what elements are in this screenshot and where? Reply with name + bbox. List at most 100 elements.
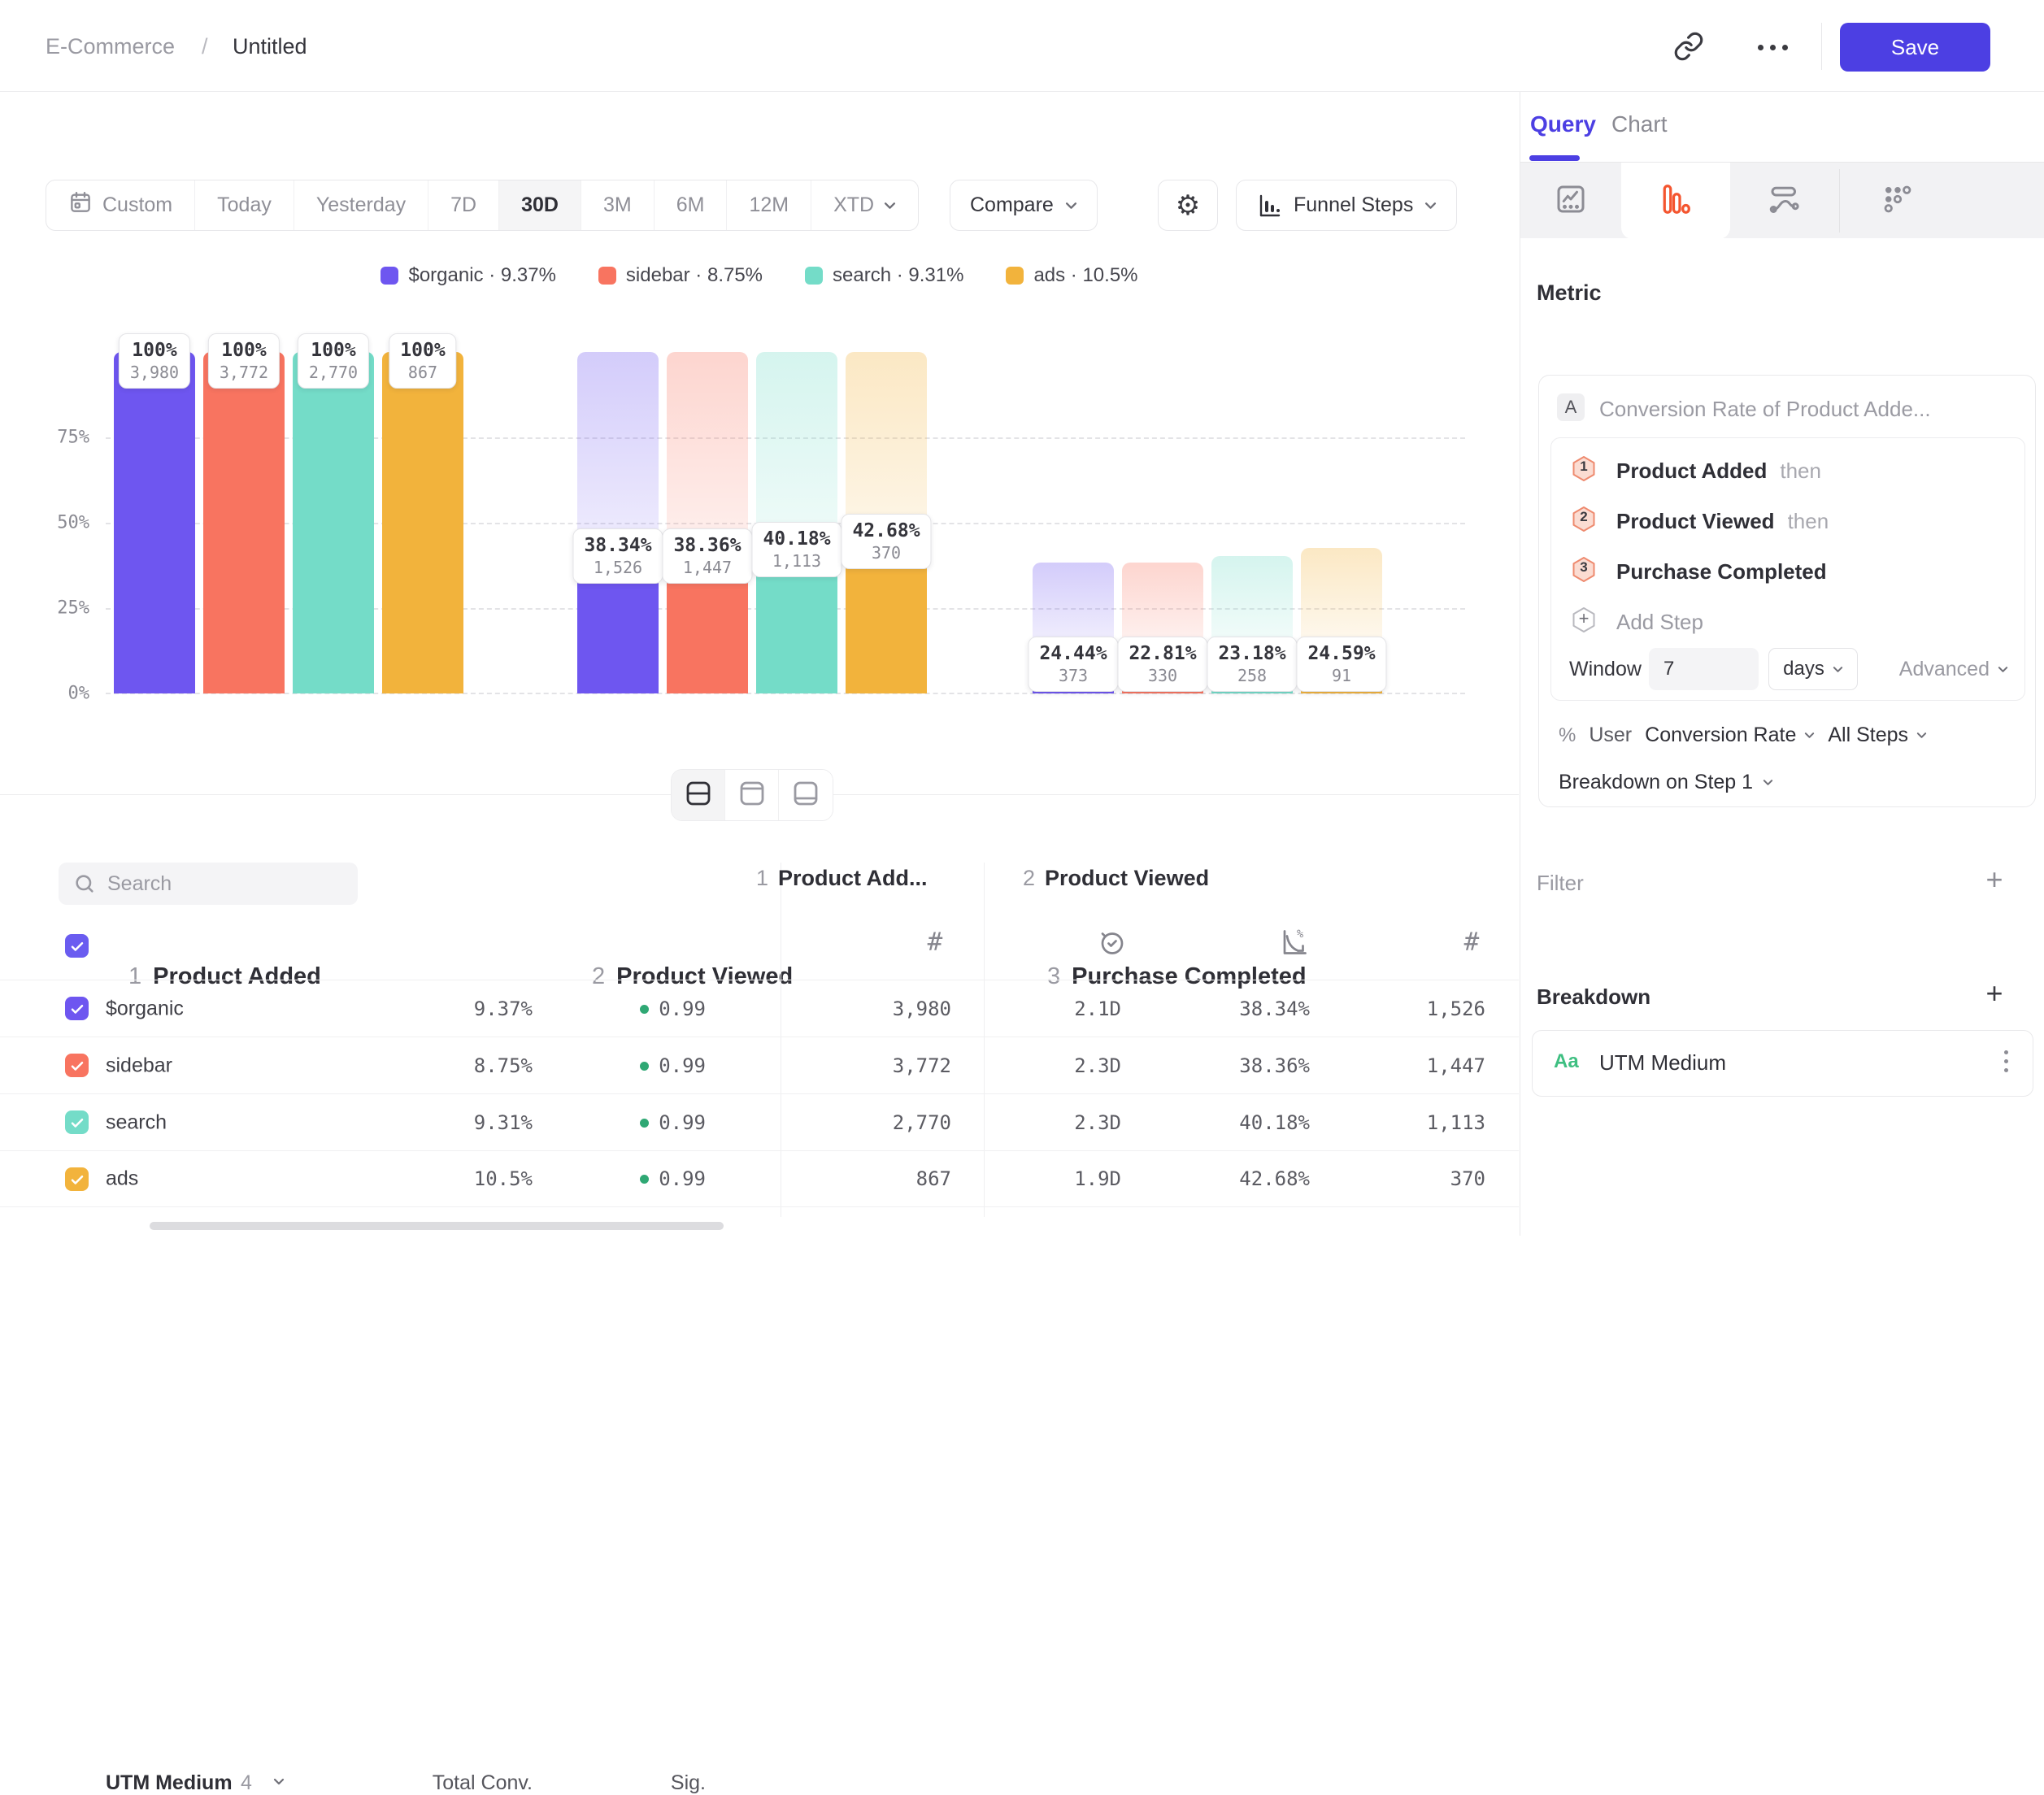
legend-item[interactable]: ads · 10.5% <box>1006 264 1137 287</box>
legend-item[interactable]: sidebar · 8.75% <box>598 264 763 287</box>
chart-type-button[interactable]: Funnel Steps <box>1236 180 1457 231</box>
tab-query[interactable]: Query <box>1530 111 1596 137</box>
date-range-6m[interactable]: 6M <box>655 180 728 230</box>
more-options-icon[interactable] <box>1756 31 1789 63</box>
funnel-bar-sidebar-step1[interactable]: 100%3,772 <box>203 352 285 693</box>
date-range-30d[interactable]: 30D <box>499 180 581 230</box>
add-filter-button[interactable]: + <box>1981 863 2008 897</box>
date-range-custom[interactable]: Custom <box>46 180 195 230</box>
advanced-toggle[interactable]: Advanced <box>1899 658 2008 681</box>
date-range-xtd[interactable]: XTD <box>811 180 918 230</box>
funnel-bar-$organic-step3[interactable]: 24.44%373 <box>1033 352 1114 693</box>
chevron-down-icon <box>1424 202 1437 210</box>
table-row[interactable]: ads10.5%0.998671.9D42.68%370 <box>0 1150 1519 1207</box>
legend-swatch <box>805 267 823 285</box>
table-row[interactable]: sidebar8.75%0.993,7722.3D38.36%1,447 <box>0 1037 1519 1093</box>
table-row[interactable]: $organic9.37%0.993,9802.1D38.34%1,526 <box>0 980 1519 1037</box>
conversion-percent: 22.81% <box>1129 643 1196 664</box>
funnel-bar-sidebar-step2[interactable]: 38.36%1,447 <box>667 352 748 693</box>
funnel-bar-search-step2[interactable]: 40.18%1,113 <box>756 352 837 693</box>
row-checkbox[interactable] <box>65 1054 89 1077</box>
select-all-checkbox[interactable] <box>65 934 89 958</box>
tab-funnels[interactable] <box>1621 163 1730 239</box>
step2-count: 1,113 <box>1427 1111 1485 1134</box>
table-view-icon <box>791 779 820 812</box>
converted-bar <box>846 548 927 693</box>
share-link-icon[interactable] <box>1673 31 1706 63</box>
step2-count: 1,526 <box>1427 997 1485 1020</box>
date-range-yesterday[interactable]: Yesterday <box>294 180 428 230</box>
chart-settings-button[interactable]: ⚙ <box>1158 180 1218 231</box>
step1-count: 3,980 <box>893 997 951 1020</box>
then-label: then <box>1780 459 1821 484</box>
breakdown-column-header[interactable]: UTM Medium <box>106 1771 233 1795</box>
breadcrumb-project[interactable]: E-Commerce <box>46 34 175 59</box>
funnel-bar-$organic-step1[interactable]: 100%3,980 <box>114 352 195 693</box>
table-header-row: UTM Medium 4 Total Conv. Sig. <box>0 929 1519 980</box>
conversion-count: 258 <box>1218 666 1285 685</box>
filter-section-heading: Filter <box>1537 871 1584 896</box>
date-range-label: 30D <box>521 193 559 217</box>
tab-insights[interactable] <box>1520 163 1621 239</box>
horizontal-scrollbar[interactable] <box>150 1222 724 1230</box>
percent-icon: % <box>1559 724 1576 747</box>
chart-view-button[interactable] <box>725 770 779 820</box>
save-button[interactable]: Save <box>1840 23 1990 72</box>
funnel-bar-ads-step3[interactable]: 24.59%91 <box>1301 352 1382 693</box>
conversion-count: 1,526 <box>584 558 651 577</box>
legend-item[interactable]: $organic · 9.37% <box>381 264 555 287</box>
chevron-down-icon <box>1065 202 1077 210</box>
row-checkbox[interactable] <box>65 1110 89 1134</box>
measure-scope-select[interactable]: All Steps <box>1828 724 1927 747</box>
query-step-1[interactable]: 1Product Addedthen <box>1569 445 1821 497</box>
series-label[interactable]: Conversion Rate of Product Adde... <box>1599 397 1931 422</box>
window-label: Window <box>1569 658 1642 681</box>
funnel-bar-search-step1[interactable]: 100%2,770 <box>293 352 374 693</box>
step-event-name: Product Viewed <box>1616 509 1775 534</box>
funnel-bar-search-step3[interactable]: 23.18%258 <box>1211 352 1293 693</box>
sig-header[interactable]: Sig. <box>671 1771 706 1795</box>
significance-dot <box>640 1062 649 1071</box>
report-canvas: CustomTodayYesterday7D 30D 3M 6M 12MXTD Comp… <box>0 92 1519 1236</box>
date-range-3m[interactable]: 3M <box>581 180 655 230</box>
query-step-2[interactable]: 2Product Viewedthen <box>1569 495 1829 547</box>
kebab-menu-icon[interactable] <box>1999 1045 2013 1077</box>
funnel-bar-ads-step2[interactable]: 42.68%370 <box>846 352 927 693</box>
tab-chart[interactable]: Chart <box>1611 111 1667 137</box>
measure-entity[interactable]: User <box>1589 724 1632 747</box>
add-breakdown-button[interactable]: + <box>1981 976 2008 1011</box>
split-view-button[interactable] <box>672 770 725 820</box>
funnel-bar-sidebar-step3[interactable]: 22.81%330 <box>1122 352 1203 693</box>
window-value-input[interactable] <box>1649 648 1759 690</box>
row-checkbox[interactable] <box>65 997 89 1020</box>
date-range-7d[interactable]: 7D <box>428 180 499 230</box>
table-group-header-step2: 2Product Viewed <box>1023 866 1209 891</box>
tab-retention[interactable] <box>1839 163 1956 239</box>
legend-item[interactable]: search · 9.31% <box>805 264 963 287</box>
breakdown-on-step-select[interactable]: Breakdown on Step 1 <box>1559 771 1773 794</box>
step-number-badge: 1 <box>1569 454 1598 488</box>
window-unit-select[interactable]: days <box>1768 648 1858 690</box>
query-step-3[interactable]: 3Purchase Completed <box>1569 545 1827 598</box>
date-range-12m[interactable]: 12M <box>727 180 811 230</box>
total-conv-header[interactable]: Total Conv. <box>433 1771 533 1795</box>
table-view-button[interactable] <box>779 770 833 820</box>
date-range-label: 6M <box>676 193 705 217</box>
funnel-bar-$organic-step2[interactable]: 38.34%1,526 <box>577 352 659 693</box>
measure-metric-select[interactable]: Conversion Rate <box>1645 724 1815 747</box>
chevron-down-icon[interactable] <box>273 1778 285 1785</box>
table-row[interactable]: search9.31%0.992,7702.3D40.18%1,113 <box>0 1093 1519 1150</box>
search-input[interactable] <box>107 872 335 896</box>
breakdown-property-card[interactable]: Aa UTM Medium <box>1532 1030 2033 1097</box>
y-axis-tick: 0% <box>28 684 89 704</box>
step1-count: 3,772 <box>893 1054 951 1077</box>
funnel-bar-ads-step1[interactable]: 100%867 <box>382 352 463 693</box>
row-checkbox[interactable] <box>65 1167 89 1191</box>
bar-value-label: 22.81%330 <box>1117 637 1207 692</box>
tab-flows[interactable] <box>1730 163 1839 239</box>
add-step-button[interactable]: +Add Step <box>1569 596 1703 648</box>
date-range-today[interactable]: Today <box>195 180 294 230</box>
compare-button[interactable]: Compare <box>950 180 1098 231</box>
breadcrumb-report-title[interactable]: Untitled <box>233 34 307 59</box>
conversion-count: 867 <box>400 363 445 382</box>
